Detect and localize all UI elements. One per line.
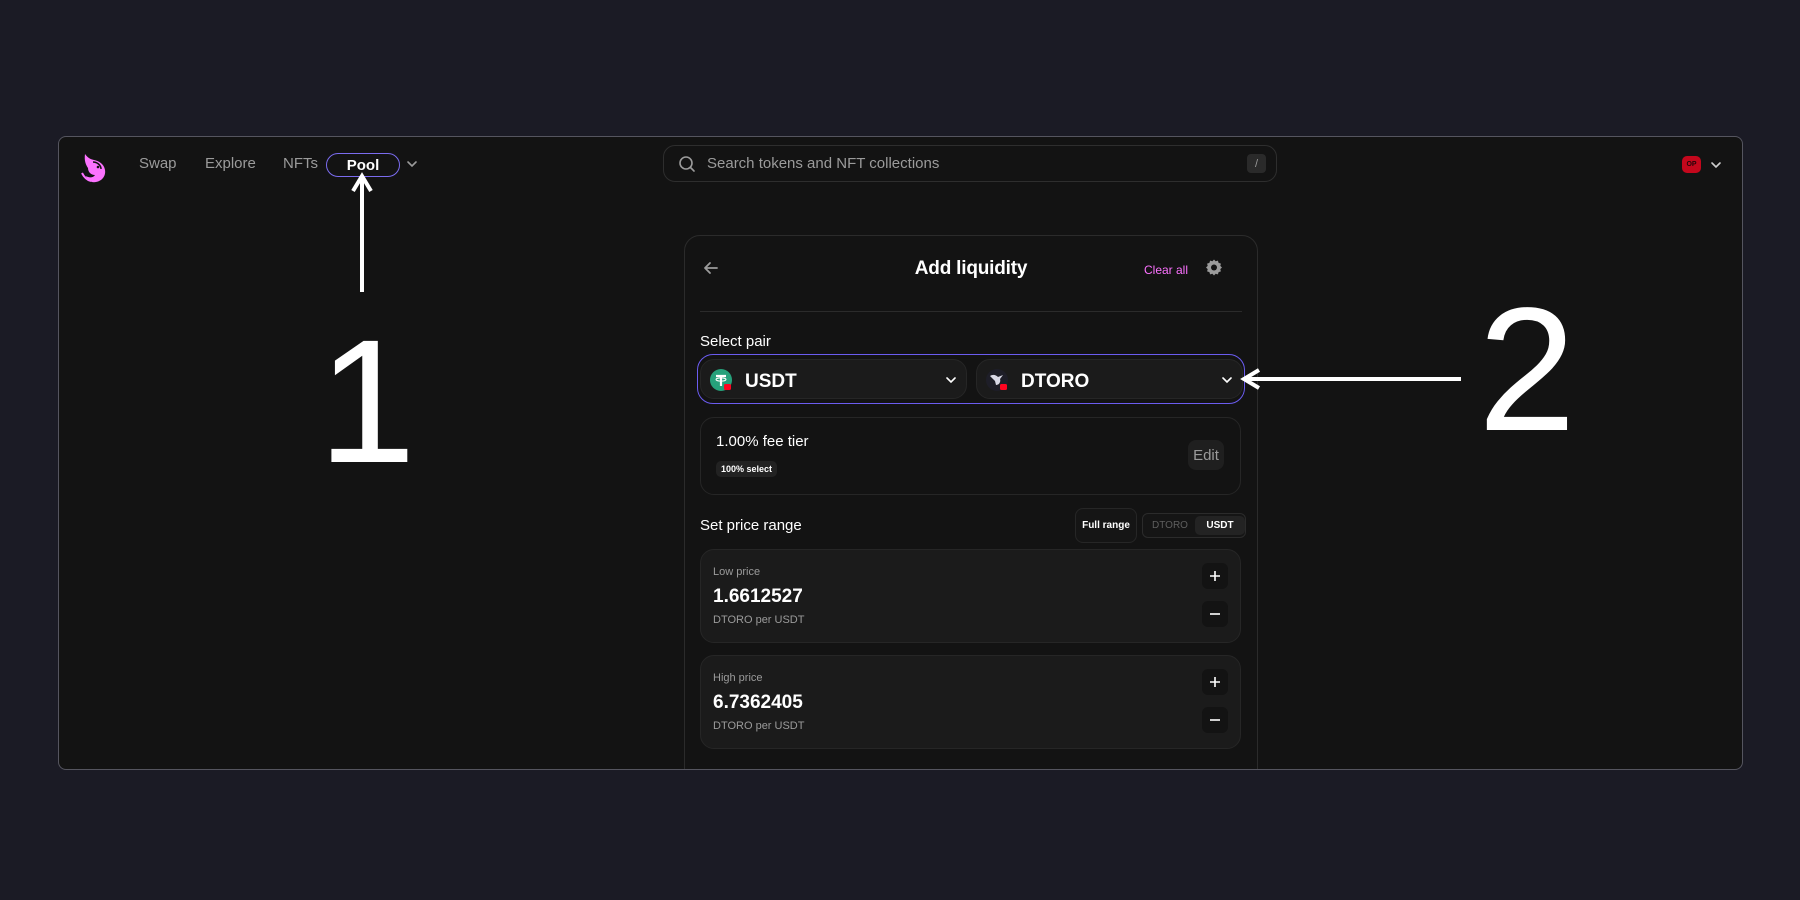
search-placeholder: Search tokens and NFT collections xyxy=(707,155,940,172)
low-price-increment-button[interactable] xyxy=(1202,563,1228,589)
price-range-label: Set price range xyxy=(700,517,802,534)
high-price-label: High price xyxy=(713,672,763,684)
nav-nfts[interactable]: NFTs xyxy=(283,155,318,172)
nav-explore[interactable]: Explore xyxy=(205,155,256,172)
chevron-down-icon[interactable] xyxy=(405,157,419,171)
network-badge[interactable]: OP xyxy=(1682,156,1701,173)
select-pair-label: Select pair xyxy=(700,333,771,350)
low-price-value[interactable]: 1.6612527 xyxy=(713,586,803,608)
token-b-name: DTORO xyxy=(1021,371,1090,392)
high-price-increment-button[interactable] xyxy=(1202,669,1228,695)
usdt-token-icon xyxy=(710,369,732,391)
edit-fee-button[interactable]: Edit xyxy=(1188,440,1224,470)
plus-icon xyxy=(1210,571,1220,581)
low-price-label: Low price xyxy=(713,566,761,578)
high-price-decrement-button[interactable] xyxy=(1202,707,1228,733)
token-b-select-button[interactable]: DTORO xyxy=(976,359,1243,399)
uniswap-logo-icon[interactable] xyxy=(79,151,111,185)
gear-icon[interactable] xyxy=(1204,258,1224,278)
low-price-unit: DTORO per USDT xyxy=(713,614,805,626)
dtoro-token-icon xyxy=(986,369,1008,391)
header-divider xyxy=(700,311,1242,312)
fee-tier-label: 1.00% fee tier xyxy=(716,433,809,450)
chevron-down-icon xyxy=(1222,377,1232,384)
clear-all-button[interactable]: Clear all xyxy=(1144,263,1188,277)
toggle-option-dtoro[interactable]: DTORO xyxy=(1145,516,1195,535)
annotation-number-2: 2 xyxy=(1478,272,1576,468)
price-denomination-toggle: DTORO USDT xyxy=(1142,513,1246,538)
annotation-number-1: 1 xyxy=(318,304,416,500)
nav-pool[interactable]: Pool xyxy=(326,153,400,177)
chevron-down-icon xyxy=(946,377,956,384)
fee-tier-panel: 1.00% fee tier 100% select Edit xyxy=(700,417,1241,495)
minus-icon xyxy=(1210,613,1220,615)
search-shortcut-key: / xyxy=(1247,154,1266,173)
fee-select-badge: 100% select xyxy=(716,461,778,477)
minus-icon xyxy=(1210,719,1220,721)
token-a-select-button[interactable]: USDT xyxy=(700,359,967,399)
full-range-button[interactable]: Full range xyxy=(1075,508,1137,543)
high-price-value[interactable]: 6.7362405 xyxy=(713,692,803,714)
plus-icon xyxy=(1210,677,1220,687)
nav-pool-label: Pool xyxy=(346,156,380,174)
low-price-decrement-button[interactable] xyxy=(1202,601,1228,627)
token-a-name: USDT xyxy=(745,371,797,392)
toggle-option-usdt[interactable]: USDT xyxy=(1195,516,1245,535)
search-icon xyxy=(679,155,695,172)
nav-swap[interactable]: Swap xyxy=(139,155,177,172)
search-input[interactable]: Search tokens and NFT collections / xyxy=(663,145,1277,182)
network-chevron-down-icon[interactable] xyxy=(1709,158,1723,172)
high-price-unit: DTORO per USDT xyxy=(713,720,805,732)
add-liquidity-card: Add liquidity Clear all Select pair USDT xyxy=(684,235,1258,769)
low-price-input[interactable]: Low price 1.6612527 DTORO per USDT xyxy=(700,549,1241,643)
high-price-input[interactable]: High price 6.7362405 DTORO per USDT xyxy=(700,655,1241,749)
